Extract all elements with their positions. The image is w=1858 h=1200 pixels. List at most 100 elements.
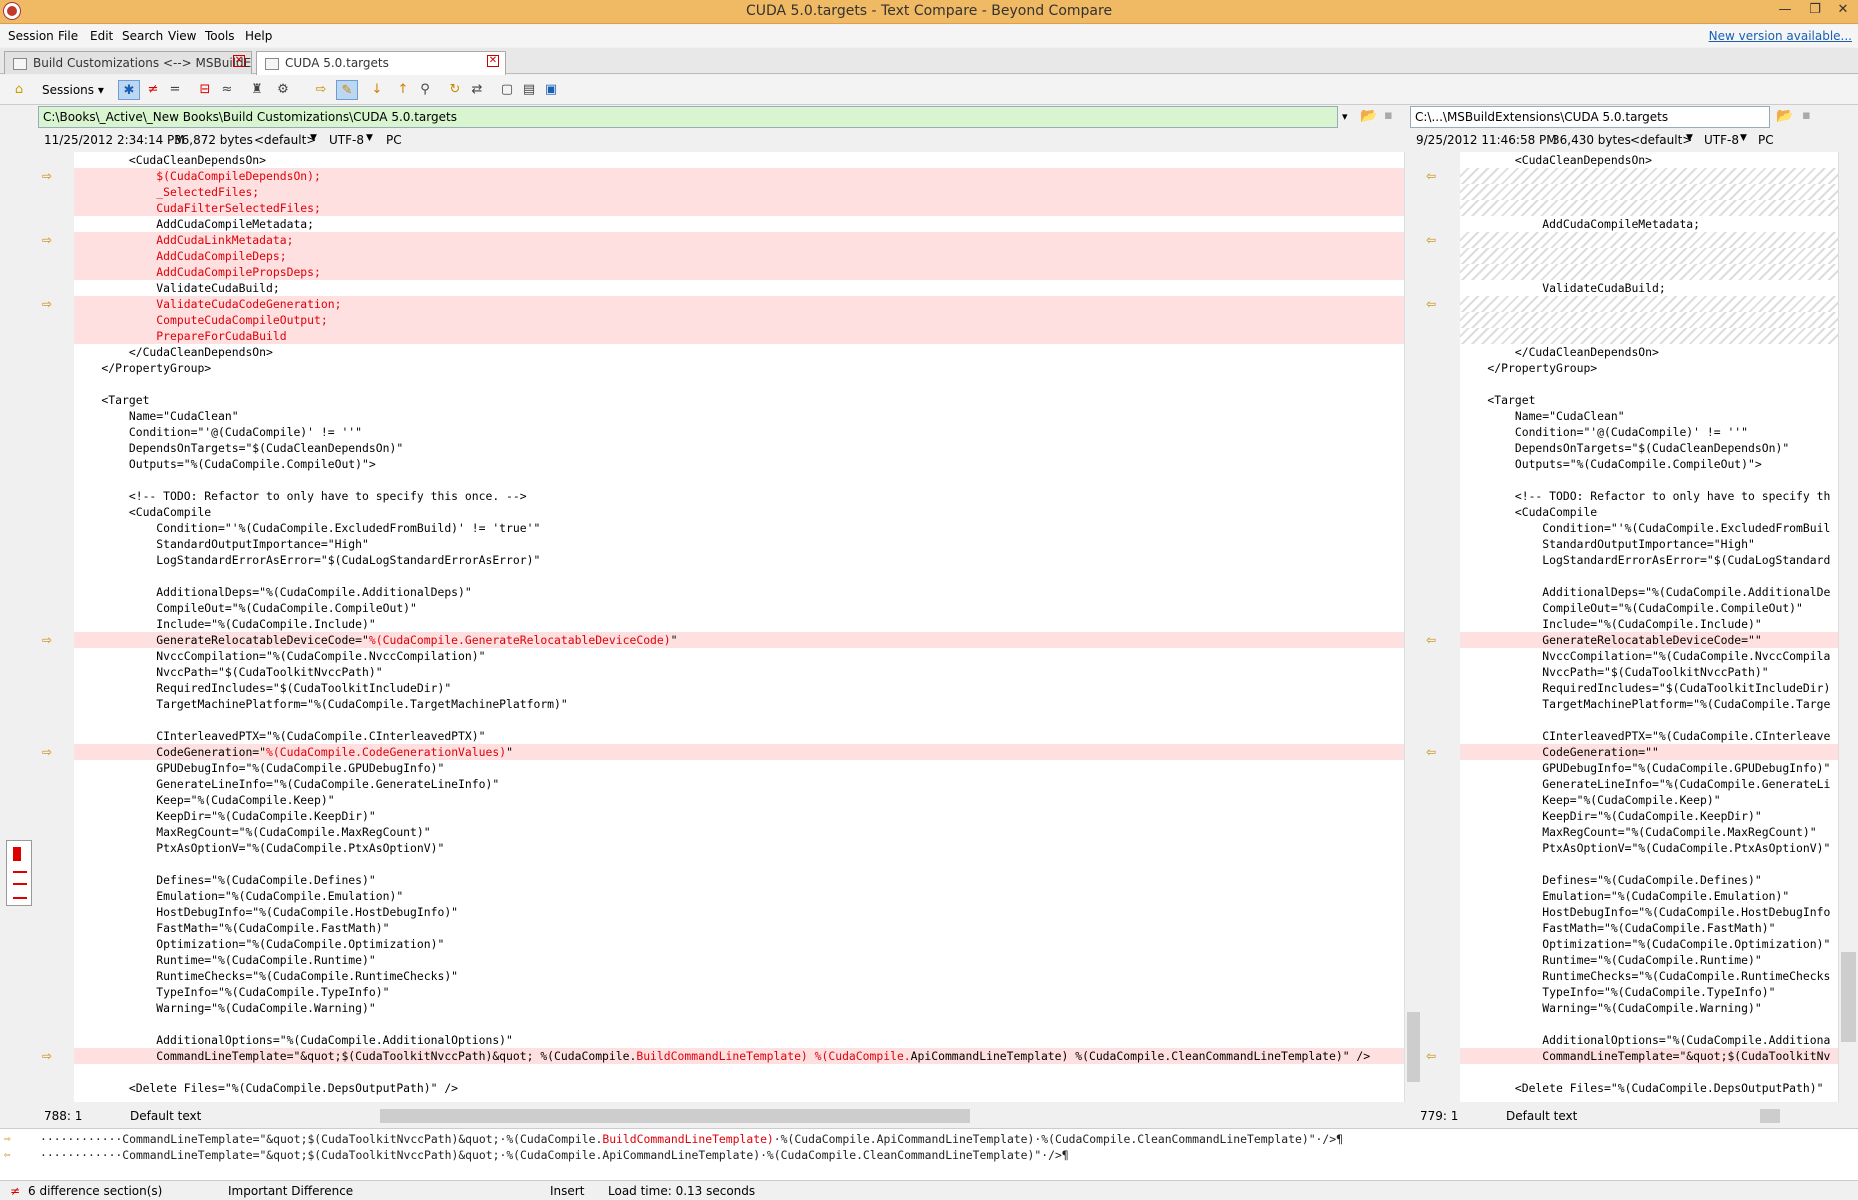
copy-to-right-arrow-icon[interactable]: ⇨ bbox=[42, 1050, 58, 1062]
code-line[interactable]: Name="CudaClean" bbox=[1460, 408, 1838, 424]
code-line[interactable] bbox=[1460, 1064, 1838, 1080]
code-line[interactable]: FastMath="%(CudaCompile.FastMath)" bbox=[74, 920, 1404, 936]
code-line[interactable]: GenerateRelocatableDeviceCode="" bbox=[1460, 632, 1838, 648]
code-line[interactable]: TypeInfo="%(CudaCompile.TypeInfo)" bbox=[74, 984, 1404, 1000]
code-line[interactable] bbox=[1460, 856, 1838, 872]
code-line[interactable]: GPUDebugInfo="%(CudaCompile.GPUDebugInfo… bbox=[74, 760, 1404, 776]
prev-diff-icon[interactable]: ↑ bbox=[392, 80, 414, 100]
code-line[interactable]: CInterleavedPTX="%(CudaCompile.CInterlea… bbox=[1460, 728, 1838, 744]
code-line[interactable]: KeepDir="%(CudaCompile.KeepDir)" bbox=[1460, 808, 1838, 824]
code-line[interactable]: Condition="'@(CudaCompile)' != ''" bbox=[1460, 424, 1838, 440]
code-line[interactable]: AdditionalDeps="%(CudaCompile.Additional… bbox=[1460, 584, 1838, 600]
code-line[interactable]: <CudaCompile bbox=[1460, 504, 1838, 520]
code-line[interactable] bbox=[74, 376, 1404, 392]
new-version-link[interactable]: New version available... bbox=[1709, 29, 1852, 43]
code-line[interactable] bbox=[1460, 1016, 1838, 1032]
right-text-pane[interactable]: <CudaCleanDependsOn> AddCudaCompileMetad… bbox=[1460, 152, 1838, 1102]
code-line[interactable]: <!-- TODO: Refactor to only have to spec… bbox=[74, 488, 1404, 504]
right-vertical-scrollbar[interactable] bbox=[1838, 152, 1858, 1102]
code-line[interactable]: AdditionalOptions="%(CudaCompile.Additio… bbox=[74, 1032, 1404, 1048]
copy-to-left-arrow-icon[interactable]: ⇦ bbox=[1426, 634, 1442, 646]
code-line[interactable] bbox=[1460, 232, 1838, 248]
code-line[interactable]: CodeGeneration="" bbox=[1460, 744, 1838, 760]
left-vertical-scrollbar[interactable] bbox=[1404, 152, 1422, 1102]
code-line[interactable] bbox=[74, 712, 1404, 728]
copy-to-right-arrow-icon[interactable]: ⇨ bbox=[42, 234, 58, 246]
code-line[interactable]: ValidateCudaBuild; bbox=[1460, 280, 1838, 296]
code-line[interactable]: PtxAsOptionV="%(CudaCompile.PtxAsOptionV… bbox=[74, 840, 1404, 856]
code-line[interactable]: Optimization="%(CudaCompile.Optimization… bbox=[74, 936, 1404, 952]
swap-sides-icon[interactable]: ⇄ bbox=[466, 80, 488, 100]
code-line[interactable] bbox=[1460, 200, 1838, 216]
code-line[interactable] bbox=[1460, 264, 1838, 280]
code-line[interactable]: GenerateLineInfo="%(CudaCompile.Generate… bbox=[74, 776, 1404, 792]
code-line[interactable]: Emulation="%(CudaCompile.Emulation)" bbox=[1460, 888, 1838, 904]
code-line[interactable]: AddCudaLinkMetadata; bbox=[74, 232, 1404, 248]
restore-button[interactable]: ❐ bbox=[1800, 0, 1830, 22]
left-text-pane[interactable]: <CudaCleanDependsOn> $(CudaCompileDepend… bbox=[74, 152, 1404, 1102]
context-icon[interactable]: ⊟ bbox=[194, 80, 216, 100]
copy-to-right-arrow-icon[interactable]: ⇨ bbox=[42, 170, 58, 182]
left-path-input[interactable]: C:\Books\_Active\_New Books\Build Custom… bbox=[38, 106, 1338, 128]
code-line[interactable]: HostDebugInfo="%(CudaCompile.HostDebugIn… bbox=[1460, 904, 1838, 920]
code-line[interactable]: AddCudaCompilePropsDeps; bbox=[74, 264, 1404, 280]
code-line[interactable]: PrepareForCudaBuild bbox=[74, 328, 1404, 344]
code-line[interactable]: MaxRegCount="%(CudaCompile.MaxRegCount)" bbox=[74, 824, 1404, 840]
code-line[interactable]: Keep="%(CudaCompile.Keep)" bbox=[74, 792, 1404, 808]
next-diff-icon[interactable]: ↓ bbox=[366, 80, 388, 100]
code-line[interactable]: Keep="%(CudaCompile.Keep)" bbox=[1460, 792, 1838, 808]
code-line[interactable]: CodeGeneration="%(CudaCompile.CodeGenera… bbox=[74, 744, 1404, 760]
code-line[interactable]: NvccCompilation="%(CudaCompile.NvccCompi… bbox=[1460, 648, 1838, 664]
code-line[interactable]: Outputs="%(CudaCompile.CompileOut)"> bbox=[1460, 456, 1838, 472]
code-line[interactable]: <Target bbox=[1460, 392, 1838, 408]
code-line[interactable]: Condition="'@(CudaCompile)' != ''" bbox=[74, 424, 1404, 440]
menu-view[interactable]: View bbox=[168, 29, 196, 43]
left-lineend[interactable]: PC bbox=[386, 133, 402, 147]
code-line[interactable]: CudaFilterSelectedFiles; bbox=[74, 200, 1404, 216]
code-line[interactable]: </CudaCleanDependsOn> bbox=[1460, 344, 1838, 360]
code-line[interactable]: CompileOut="%(CudaCompile.CompileOut)" bbox=[1460, 600, 1838, 616]
code-line[interactable]: GPUDebugInfo="%(CudaCompile.GPUDebugInfo… bbox=[1460, 760, 1838, 776]
code-line[interactable]: NvccPath="$(CudaToolkitNvccPath)" bbox=[1460, 664, 1838, 680]
ignore-unimportant-icon[interactable]: ≈ bbox=[216, 80, 238, 100]
show-same-icon[interactable]: = bbox=[164, 80, 186, 100]
code-line[interactable]: TargetMachinePlatform="%(CudaCompile.Tar… bbox=[74, 696, 1404, 712]
chevron-down-icon[interactable]: ▼ bbox=[1740, 133, 1747, 143]
code-line[interactable]: RuntimeChecks="%(CudaCompile.RuntimeChec… bbox=[74, 968, 1404, 984]
code-line[interactable]: <CudaCompile bbox=[74, 504, 1404, 520]
home-icon[interactable]: ⌂ bbox=[8, 80, 30, 100]
code-line[interactable]: LogStandardErrorAsError="$(CudaLogStanda… bbox=[74, 552, 1404, 568]
code-line[interactable]: ValidateCudaBuild; bbox=[74, 280, 1404, 296]
find-icon[interactable]: ⚲ bbox=[414, 80, 436, 100]
right-horizontal-scrollbar[interactable] bbox=[1746, 1107, 1846, 1125]
diff-overview-thumbnail[interactable] bbox=[6, 840, 32, 906]
code-line[interactable] bbox=[1460, 248, 1838, 264]
code-line[interactable]: MaxRegCount="%(CudaCompile.MaxRegCount)" bbox=[1460, 824, 1838, 840]
copy-to-right-arrow-icon[interactable]: ⇨ bbox=[42, 298, 58, 310]
right-save-icon[interactable]: ▪ bbox=[1802, 108, 1811, 123]
show-all-icon[interactable]: ✱ bbox=[118, 80, 140, 100]
right-encoding-dropdown[interactable]: UTF-8 bbox=[1704, 133, 1739, 147]
code-line[interactable] bbox=[1460, 312, 1838, 328]
left-horizontal-scrollbar[interactable] bbox=[360, 1107, 1440, 1125]
code-line[interactable] bbox=[74, 568, 1404, 584]
scroll-thumb[interactable] bbox=[380, 1109, 970, 1123]
menu-help[interactable]: Help bbox=[245, 29, 272, 43]
scroll-thumb[interactable] bbox=[1760, 1109, 1780, 1123]
code-line[interactable]: FastMath="%(CudaCompile.FastMath)" bbox=[1460, 920, 1838, 936]
code-line[interactable]: RequiredIncludes="$(CudaToolkitIncludeDi… bbox=[1460, 680, 1838, 696]
code-line[interactable] bbox=[74, 472, 1404, 488]
code-line[interactable] bbox=[1460, 328, 1838, 344]
rules-icon[interactable]: ♜ bbox=[246, 80, 268, 100]
code-line[interactable]: DependsOnTargets="$(CudaCleanDependsOn)" bbox=[1460, 440, 1838, 456]
code-line[interactable]: <!-- TODO: Refactor to only have to spec… bbox=[1460, 488, 1838, 504]
menu-session[interactable]: Session bbox=[8, 29, 54, 43]
menu-file[interactable]: File bbox=[58, 29, 78, 43]
list-view-icon[interactable]: ▤ bbox=[518, 80, 540, 100]
code-line[interactable]: TargetMachinePlatform="%(CudaCompile.Tar… bbox=[1460, 696, 1838, 712]
code-line[interactable] bbox=[1460, 472, 1838, 488]
code-line[interactable]: <Delete Files="%(CudaCompile.DepsOutputP… bbox=[74, 1080, 1404, 1096]
code-line[interactable]: DependsOnTargets="$(CudaCleanDependsOn)" bbox=[74, 440, 1404, 456]
code-line[interactable] bbox=[1460, 296, 1838, 312]
close-tab-icon[interactable]: ✕ bbox=[233, 55, 245, 67]
